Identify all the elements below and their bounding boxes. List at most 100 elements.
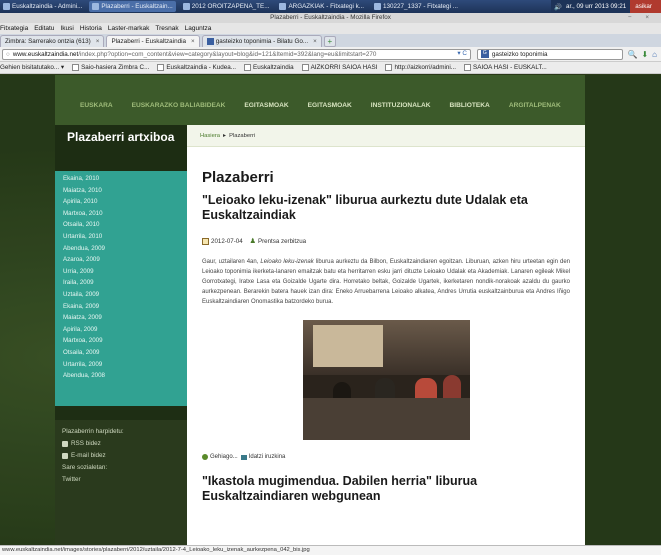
- search-icon[interactable]: 🔍: [627, 50, 637, 59]
- taskbar-item[interactable]: 2012 OROITZAPENA_TE...: [180, 1, 273, 12]
- archive-item[interactable]: Martxoa, 2009: [55, 335, 187, 347]
- nav-argitalpenak[interactable]: ARGITALPENAK: [509, 102, 561, 109]
- archive-item[interactable]: Otsaila, 2009: [55, 347, 187, 359]
- close-icon[interactable]: ×: [313, 38, 317, 45]
- taskbar-item[interactable]: ARGAZKIAK - Fitxategi k...: [276, 1, 367, 12]
- window-icon: [3, 3, 10, 10]
- calendar-icon: [202, 237, 209, 245]
- archive-item[interactable]: Abendua, 2009: [55, 243, 187, 255]
- url-bar[interactable]: ○ www.euskaltzaindia.net /index.php?opti…: [2, 48, 471, 60]
- article-photo[interactable]: [302, 320, 470, 440]
- tab-zimbra[interactable]: Zimbra: Sarrerako ontzia (613) ×: [0, 35, 105, 47]
- firefox-icon: [92, 3, 100, 10]
- archive-item[interactable]: Uztaila, 2009: [55, 289, 187, 301]
- url-domain: www.euskaltzaindia.net: [12, 50, 79, 58]
- zimbra-icon: [72, 64, 80, 71]
- breadcrumb-home[interactable]: Hasiera: [200, 133, 220, 139]
- archive-item[interactable]: Iraila, 2009: [55, 277, 187, 289]
- google-icon: [206, 38, 214, 45]
- close-icon[interactable]: ×: [96, 38, 100, 45]
- comment-link[interactable]: Idatzi iruzkina: [249, 454, 286, 460]
- archive-item[interactable]: Abendua, 2008: [55, 370, 187, 382]
- system-tray: 🔊 ar., 09 urr 2013 09:21 asikar: [551, 0, 661, 13]
- book-title: Leioako leku-izenak: [260, 259, 314, 265]
- close-icon[interactable]: ×: [191, 38, 195, 45]
- bookmark-item[interactable]: AIZKORRI SAIOA HASI: [301, 64, 377, 71]
- bookmark-item[interactable]: Euskaltzaindia - Kudea...: [157, 64, 236, 71]
- nav-euskara[interactable]: EUSKARA: [80, 102, 113, 109]
- nav-egitasmoak[interactable]: EGITASMOAK: [244, 102, 288, 109]
- bookmark-item[interactable]: SAIOA HASI - EUSKALT...: [464, 64, 547, 71]
- tab-google-search[interactable]: gasteizko toponimia - Bilatu Go... ×: [201, 35, 322, 47]
- site-identity-icon[interactable]: ○: [6, 51, 10, 58]
- taskbar-item[interactable]: 130227_1337 - Fitxategi ...: [371, 1, 461, 12]
- archive-item[interactable]: Apirila, 2010: [55, 196, 187, 208]
- email-link[interactable]: E-mail bidez: [62, 452, 180, 459]
- search-box[interactable]: G gasteizko toponimia: [476, 48, 624, 60]
- nav-biblioteka[interactable]: BIBLIOTEKA: [450, 102, 490, 109]
- new-tab-button[interactable]: +: [323, 36, 336, 47]
- clock: ar., 09 urr 2013 09:21: [565, 3, 627, 10]
- main-content: Hasiera ▸ Plazaberri Plazaberri "Leioako…: [187, 125, 585, 545]
- bookmark-item[interactable]: Saio-hasiera Zimbra C...: [72, 64, 149, 71]
- archive-item[interactable]: Urtarrila, 2009: [55, 359, 187, 371]
- rss-link[interactable]: RSS bidez: [62, 440, 180, 447]
- status-bar: www.euskaltzaindia.net/images/stories/pl…: [0, 545, 661, 555]
- menu-edit[interactable]: Editatu: [34, 25, 54, 32]
- article-date: 2012-07-04: [211, 237, 243, 245]
- article-meta: 2012-07-04 ♟ Prentsa zerbitzua: [202, 237, 570, 245]
- os-taskbar: Euskaltzaindia - Admini... Plazaberri - …: [0, 0, 661, 13]
- home-icon[interactable]: ⌂: [652, 50, 657, 59]
- window-title: Plazaberri - Euskaltzaindia - Mozilla Fi…: [270, 14, 391, 21]
- archive-item[interactable]: Urria, 2009: [55, 266, 187, 278]
- download-icon[interactable]: ⬇: [641, 50, 648, 59]
- bookmark-item[interactable]: http://aizkorri/admini...: [385, 64, 456, 71]
- toolbar-icons: 🔍 ⬇ ⌂: [627, 50, 661, 59]
- twitter-link[interactable]: Twitter: [62, 476, 180, 483]
- comment-icon: [240, 454, 247, 460]
- plus-icon: [202, 454, 208, 460]
- menu-history[interactable]: Historia: [80, 25, 102, 32]
- subscribe-box: Plazaberrin harpidetu: RSS bidez E-mail …: [55, 420, 187, 545]
- bookmark-item[interactable]: Euskaltzaindia: [244, 64, 294, 71]
- nav-instituzionalak[interactable]: INSTITUZIONALAK: [371, 102, 431, 109]
- archive-item[interactable]: Urtarrila, 2010: [55, 231, 187, 243]
- breadcrumb-current: Plazaberri: [229, 132, 256, 139]
- menu-help[interactable]: Laguntza: [185, 25, 212, 32]
- archive-item[interactable]: Azaroa, 2009: [55, 254, 187, 266]
- archive-item[interactable]: Ekaina, 2010: [55, 173, 187, 185]
- joomla-icon: [385, 64, 393, 71]
- menu-file[interactable]: Fitxategia: [0, 25, 28, 32]
- archive-item[interactable]: Maiatza, 2009: [55, 312, 187, 324]
- window-controls[interactable]: − ×: [628, 13, 655, 23]
- article-title[interactable]: "Ikastola mugimendua. Dabilen herria" li…: [202, 474, 570, 504]
- article-author: Prentsa zerbitzua: [257, 237, 307, 245]
- read-more-link[interactable]: Gehiago...: [210, 454, 238, 460]
- user-menu[interactable]: asikar: [630, 0, 661, 13]
- nav-baliabideak[interactable]: EUSKARAZKO BALIABIDEAK: [132, 102, 226, 109]
- archive-item[interactable]: Martxoa, 2010: [55, 208, 187, 220]
- article-title[interactable]: "Leioako leku-izenak" liburua aurkeztu d…: [202, 193, 570, 223]
- menu-view[interactable]: Ikusi: [60, 25, 73, 32]
- google-icon: G: [480, 50, 489, 58]
- article-actions: Gehiago... Idatzi iruzkina: [202, 454, 570, 460]
- sidebar: Plazaberri artxiboa Ekaina, 2010 Maiatza…: [55, 125, 187, 545]
- archive-item[interactable]: Otsaila, 2010: [55, 219, 187, 231]
- reload-icon[interactable]: ▾ C: [457, 50, 466, 57]
- menu-tools[interactable]: Tresnak: [155, 25, 178, 32]
- volume-icon[interactable]: 🔊: [554, 3, 562, 11]
- rss-icon: [62, 440, 68, 447]
- tab-plazaberri[interactable]: Plazaberri - Euskaltzaindia ×: [106, 35, 200, 47]
- taskbar-item-active[interactable]: Plazaberri - Euskaltzain...: [89, 1, 176, 12]
- archive-item[interactable]: Ekaina, 2009: [55, 301, 187, 313]
- archive-list: Ekaina, 2010 Maiatza, 2010 Apirila, 2010…: [55, 171, 187, 406]
- bookmark-item[interactable]: Gehien bisitatutako... ▾: [0, 64, 64, 71]
- folder-icon: [279, 3, 287, 10]
- menu-bookmarks[interactable]: Laster-markak: [108, 25, 150, 32]
- archive-item[interactable]: Maiatza, 2010: [55, 185, 187, 197]
- chevron-down-icon: ▾: [59, 64, 65, 71]
- web-page: EUSKARA EUSKARAZKO BALIABIDEAK EGITASMOA…: [0, 75, 661, 545]
- archive-item[interactable]: Apirila, 2009: [55, 324, 187, 336]
- taskbar-item[interactable]: Euskaltzaindia - Admini...: [0, 1, 85, 12]
- nav-egitasmoak-2[interactable]: EGITASMOAK: [308, 102, 352, 109]
